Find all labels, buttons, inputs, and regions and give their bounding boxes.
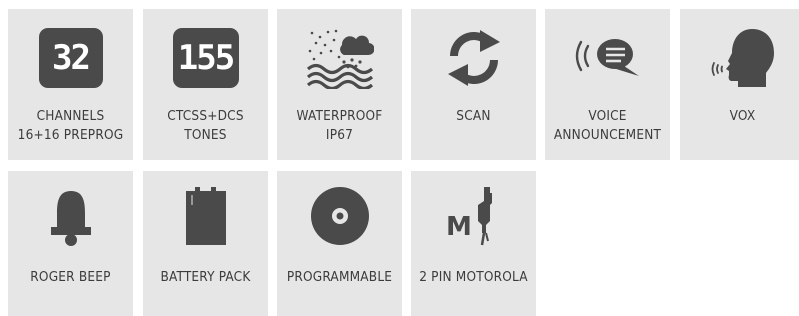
feature-label: PROGRAMMABLE — [286, 269, 393, 285]
speaking-head-icon — [708, 27, 778, 89]
disc-icon — [305, 185, 375, 247]
feature-tile-channels: 32 CHANNELS 16+16 PREPROG — [8, 9, 133, 160]
svg-text:M: M — [446, 212, 472, 242]
feature-tile-waterproof: WATERPROOF IP67 — [277, 9, 402, 160]
feature-label: SCAN — [456, 108, 491, 124]
connector-plug-icon: M — [439, 185, 509, 247]
battery-icon — [171, 185, 241, 247]
feature-label: VOICE ANNOUNCEMENT — [553, 108, 662, 143]
feature-label: WATERPROOF IP67 — [296, 108, 383, 143]
number-box-icon: 32 — [36, 27, 106, 89]
feature-tile-voice: VOICE ANNOUNCEMENT — [545, 9, 670, 160]
feature-label: 2 PIN MOTOROLA — [419, 269, 528, 285]
bell-icon — [36, 185, 106, 247]
feature-tile-roger-beep: ROGER BEEP — [8, 171, 133, 316]
feature-tile-vox: VOX — [680, 9, 799, 160]
feature-label: ROGER BEEP — [30, 269, 111, 285]
feature-tile-motorola: M 2 PIN MOTOROLA — [411, 171, 536, 316]
feature-tile-scan: SCAN — [411, 9, 536, 160]
feature-label: BATTERY PACK — [160, 269, 251, 285]
refresh-arrows-icon — [439, 27, 509, 89]
feature-tile-programmable: PROGRAMMABLE — [277, 171, 402, 316]
feature-label: VOX — [729, 108, 756, 124]
number-box-icon: 155 — [171, 27, 241, 89]
feature-label: CHANNELS 16+16 PREPROG — [17, 108, 124, 143]
rain-water-icon — [305, 27, 375, 89]
feature-tile-battery: BATTERY PACK — [143, 171, 268, 316]
speech-bubble-icon — [573, 27, 643, 89]
feature-tile-tones: 155 CTCSS+DCS TONES — [143, 9, 268, 160]
feature-label: CTCSS+DCS TONES — [167, 108, 244, 143]
